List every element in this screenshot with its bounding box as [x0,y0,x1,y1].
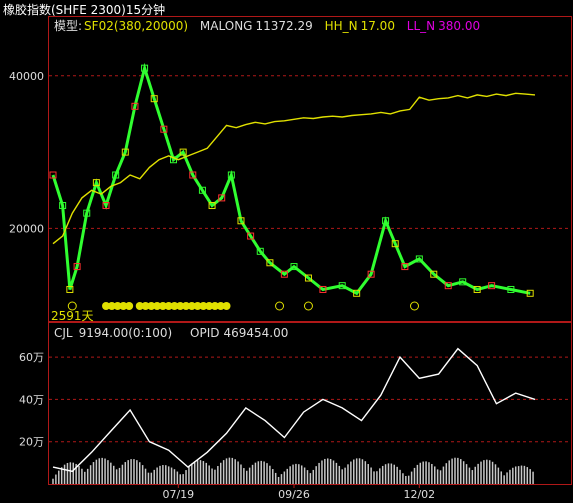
bead-marker [275,301,285,311]
volume-tick-label: 60万 [19,351,44,364]
date-tick-label: 09/26 [278,488,310,501]
bead-marker [222,302,231,310]
price-line [51,62,531,296]
bead-marker [303,301,313,311]
date-tick-label: 12/02 [403,488,435,501]
bead-marker [67,301,77,311]
bead-marker [410,301,419,311]
bead-marker [125,302,134,310]
volume-tick-label: 20万 [19,436,44,449]
malong-line [52,92,536,245]
volume-tick-label: 40万 [19,393,44,406]
price-tick-label: 20000 [9,222,44,235]
chart-canvas: 40000 20000 60万 40万 20万 07/19 09/26 12/02 [9,62,571,501]
opid-line [52,347,536,473]
price-tick-label: 40000 [9,70,44,83]
date-tick-label: 07/19 [162,488,194,501]
